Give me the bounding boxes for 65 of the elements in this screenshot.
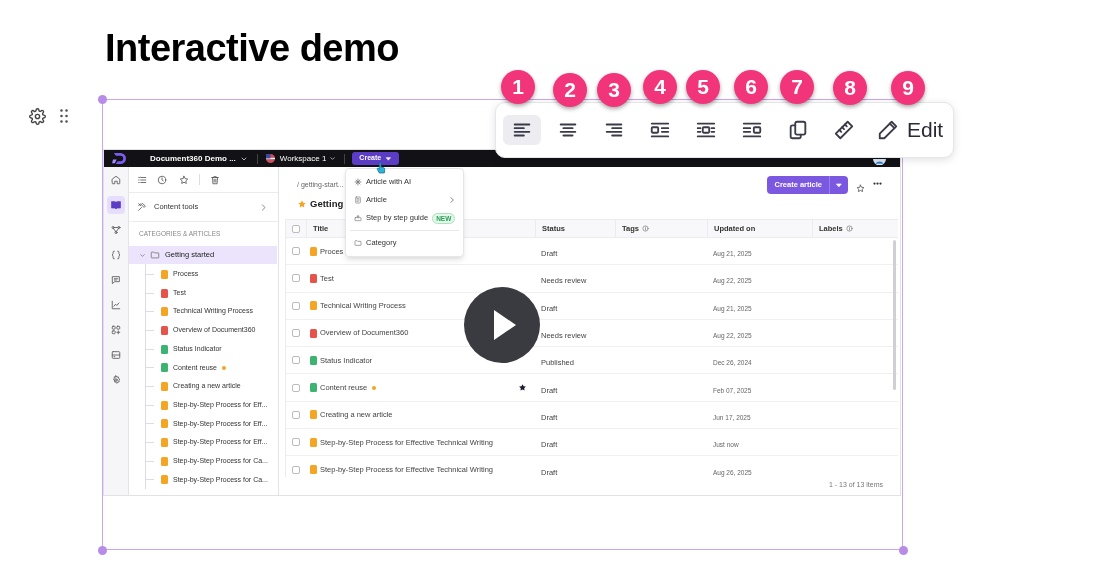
star-icon[interactable] <box>179 174 189 185</box>
row-checkbox[interactable] <box>292 329 300 338</box>
star-icon[interactable] <box>856 183 865 193</box>
page-heading: Getting <box>310 196 344 211</box>
step-badge: 4 <box>643 70 677 104</box>
chevron-icon <box>259 202 268 212</box>
row-checkbox[interactable] <box>292 247 300 256</box>
sparkle-icon <box>354 178 362 186</box>
caret-icon[interactable] <box>835 181 843 189</box>
book-icon <box>111 200 121 210</box>
star-icon[interactable] <box>518 383 527 393</box>
select-all-checkbox[interactable] <box>292 224 300 233</box>
copy-icon <box>787 119 809 141</box>
hand-cursor-icon <box>376 162 386 174</box>
flag-icon <box>265 154 275 163</box>
diagram-icon <box>111 225 121 235</box>
row-checkbox[interactable] <box>292 438 300 447</box>
align-left-button[interactable] <box>503 115 541 145</box>
apps-icon <box>111 325 121 335</box>
trash-icon[interactable] <box>210 174 220 185</box>
drive-icon <box>111 350 121 360</box>
chart-icon <box>111 300 121 310</box>
step-badge: 8 <box>833 71 867 105</box>
resize-handle[interactable] <box>97 94 107 104</box>
clock-icon[interactable] <box>157 174 167 185</box>
tools-icon <box>137 202 147 212</box>
play-button[interactable] <box>464 287 540 363</box>
more-icon[interactable] <box>873 181 882 185</box>
folder-icon <box>150 250 160 260</box>
settings-icon <box>111 375 121 385</box>
folder-icon <box>354 239 362 247</box>
step-badge: 9 <box>891 71 925 105</box>
step-badge: 5 <box>686 70 720 104</box>
drag-handle-icon[interactable] <box>60 109 68 123</box>
guide-icon <box>354 214 362 222</box>
step-badge: 1 <box>501 70 535 104</box>
caret-icon[interactable] <box>329 155 337 162</box>
project-name[interactable]: Document360 Demo ... <box>150 152 236 165</box>
page-title: Interactive demo <box>105 26 399 70</box>
document-icon <box>354 196 362 204</box>
resize-handle[interactable] <box>97 545 107 555</box>
braces-icon <box>111 250 121 260</box>
pencil-icon <box>877 119 899 141</box>
row-checkbox[interactable] <box>292 410 300 419</box>
row-checkbox[interactable] <box>292 465 300 474</box>
resize-handle[interactable] <box>898 545 908 555</box>
home-icon <box>111 175 121 185</box>
logo-icon <box>112 152 127 165</box>
step-badge: 7 <box>780 70 814 104</box>
step-badge: 6 <box>734 70 768 104</box>
star-icon <box>297 198 307 209</box>
row-checkbox[interactable] <box>292 383 300 392</box>
checklist-icon[interactable] <box>137 174 147 185</box>
settings-icon[interactable] <box>29 108 46 125</box>
row-checkbox[interactable] <box>292 274 300 283</box>
rail-button[interactable] <box>107 196 125 214</box>
caret-icon <box>385 155 393 162</box>
row-checkbox[interactable] <box>292 301 300 310</box>
ruler-icon <box>833 119 855 141</box>
edit-button[interactable]: Edit <box>871 115 950 145</box>
step-badge: 3 <box>597 73 631 107</box>
row-checkbox[interactable] <box>292 356 300 365</box>
step-badge: 2 <box>553 73 587 107</box>
chat-icon <box>111 275 121 285</box>
workspace-name[interactable]: Workspace 1 <box>279 152 327 165</box>
